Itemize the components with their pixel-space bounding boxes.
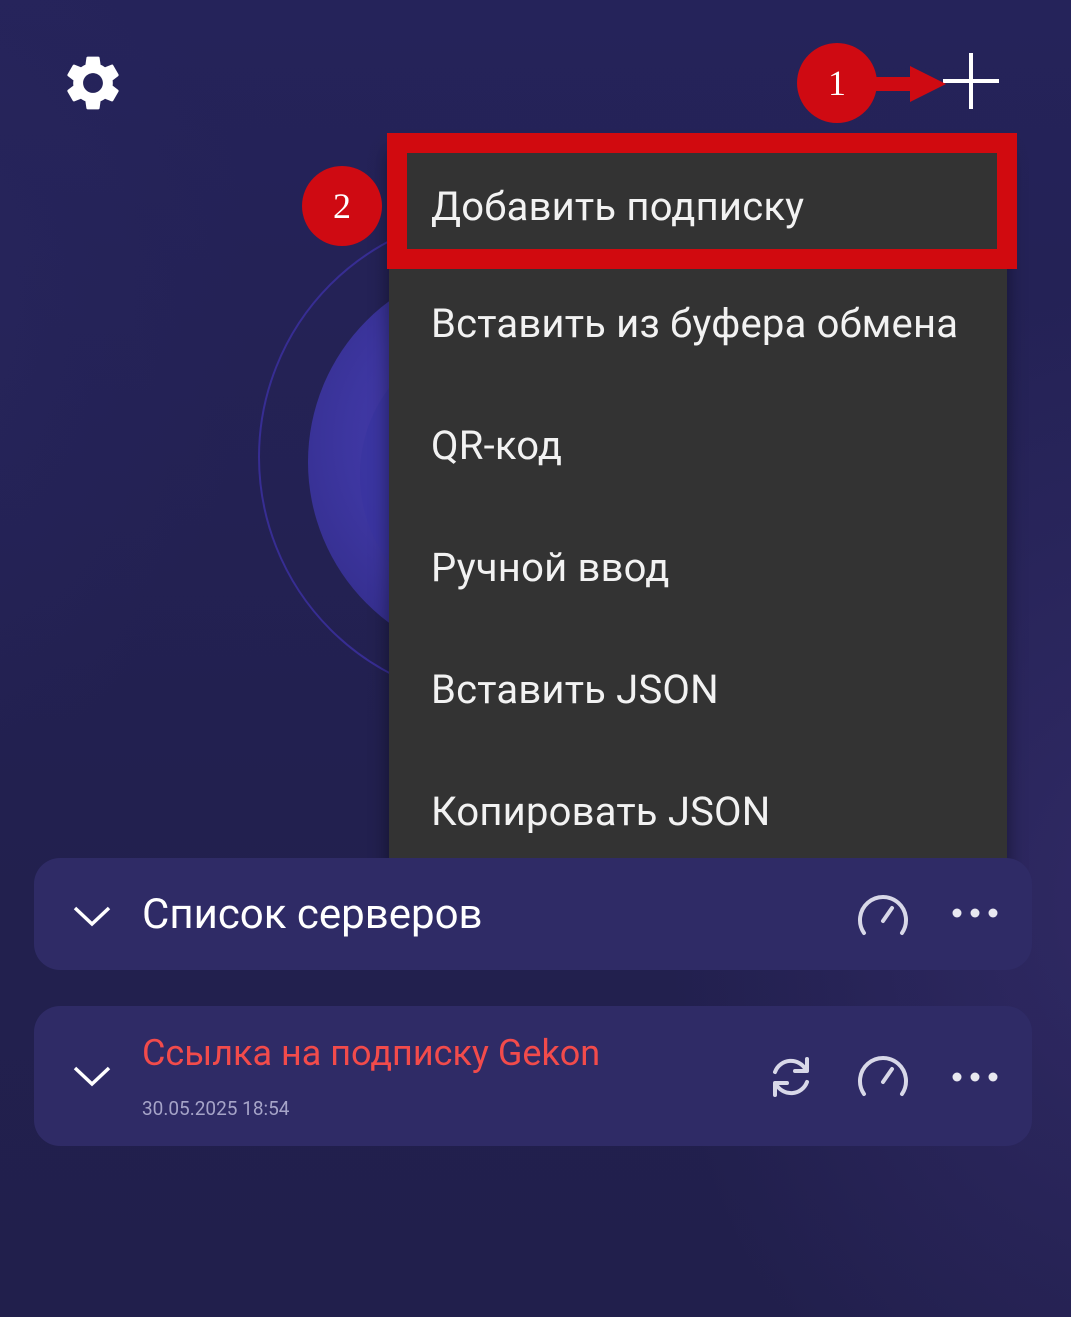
menu-item-paste-json[interactable]: Вставить JSON [389, 628, 1007, 750]
subscription-group[interactable]: Ссылка на подписку Gekon 30.05.2025 18:5… [34, 1006, 1032, 1146]
chevron-down-icon[interactable] [72, 904, 112, 928]
more-icon[interactable] [950, 1070, 1000, 1084]
speed-test-icon[interactable] [856, 1052, 910, 1100]
server-list-group[interactable]: Список серверов [34, 858, 1032, 970]
step-2-badge: 2 [302, 166, 382, 246]
gear-icon[interactable] [60, 50, 126, 116]
annotation-arrow-icon [868, 66, 946, 102]
step-1-badge: 1 [797, 43, 877, 123]
annotation-highlight-box [387, 133, 1017, 269]
menu-item-copy-json[interactable]: Копировать JSON [389, 750, 1007, 872]
subscription-date: 30.05.2025 18:54 [142, 1097, 290, 1120]
more-icon[interactable] [950, 906, 1000, 920]
refresh-icon[interactable] [766, 1052, 816, 1102]
menu-item-paste-clipboard[interactable]: Вставить из буфера обмена [389, 262, 1007, 384]
group-title: Список серверов [142, 890, 483, 939]
menu-item-manual-input[interactable]: Ручной ввод [389, 506, 1007, 628]
speed-test-icon[interactable] [856, 891, 910, 939]
subscription-title: Ссылка на подписку Gekon [142, 1032, 601, 1074]
chevron-down-icon[interactable] [72, 1064, 112, 1088]
menu-item-qr-code[interactable]: QR-код [389, 384, 1007, 506]
plus-icon[interactable] [940, 50, 1002, 112]
